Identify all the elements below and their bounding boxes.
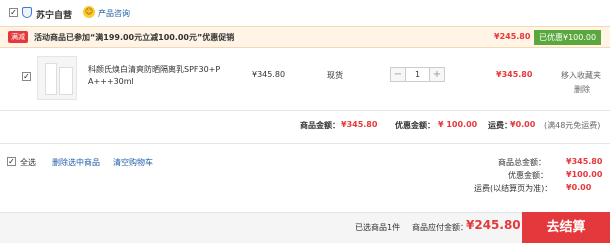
delete-item-link[interactable]: 删除 xyxy=(574,84,590,95)
shipping-note: (满48元免运费) xyxy=(544,121,601,130)
item-title-line2[interactable]: A+++30ml xyxy=(88,77,134,86)
promo-total: ¥245.80 xyxy=(494,32,531,41)
shop-checkbox[interactable]: ✓ xyxy=(9,8,18,17)
select-all-checkbox[interactable]: ✓ xyxy=(7,157,16,166)
quantity-stepper: − 1 + xyxy=(390,67,445,82)
shop-discount-value: ¥ 100.00 xyxy=(438,120,478,129)
discount-badge: 已优惠¥100.00 xyxy=(534,30,602,45)
item-subtotal: ¥345.80 xyxy=(496,70,533,79)
total-shipping-value: ¥0.00 xyxy=(566,183,592,192)
product-consult-link[interactable]: 产品咨询 xyxy=(98,8,130,19)
shop-name[interactable]: 苏宁自营 xyxy=(36,8,72,21)
quantity-plus-button[interactable]: + xyxy=(430,68,444,81)
product-box-image xyxy=(59,67,73,95)
select-all-label[interactable]: 全选 xyxy=(20,157,36,168)
shop-shipping-value: ¥0.00 xyxy=(510,120,536,129)
total-goods-value: ¥345.80 xyxy=(566,157,603,166)
payable-label: 商品应付金额： xyxy=(412,223,468,232)
total-shipping-label: 运费(以结算页为准)： xyxy=(474,184,553,193)
shop-shipping-label: 运费： xyxy=(488,121,512,130)
move-to-favorites-link[interactable]: 移入收藏夹 xyxy=(561,70,601,81)
total-discount-label: 优惠金额： xyxy=(508,171,548,180)
quantity-minus-button[interactable]: − xyxy=(391,68,405,81)
shield-icon xyxy=(22,7,32,18)
section-divider xyxy=(0,143,610,144)
item-stock-status: 现货 xyxy=(327,71,343,80)
checkout-button[interactable]: 去结算 xyxy=(522,212,610,243)
total-goods-label: 商品总金额： xyxy=(498,158,546,167)
shop-header: ✓ 苏宁自营 ☺ 产品咨询 xyxy=(0,0,610,26)
promo-tag: 满减 xyxy=(8,31,28,43)
clear-cart-link[interactable]: 清空购物车 xyxy=(113,157,153,168)
shop-discount-label: 优惠金额： xyxy=(395,121,435,130)
shop-goods-label: 商品金额： xyxy=(300,121,340,130)
selected-count: 已选商品1件 xyxy=(355,223,401,232)
item-unit-price: ¥345.80 xyxy=(252,70,286,79)
quantity-input[interactable]: 1 xyxy=(405,68,430,81)
shop-goods-value: ¥345.80 xyxy=(341,120,378,129)
promo-text: 活动商品已参加“满199.00元立减100.00元”优惠促销 xyxy=(34,33,235,42)
payable-value: ¥245.80 xyxy=(466,218,521,232)
smile-icon: ☺ xyxy=(83,6,95,18)
delete-selected-link[interactable]: 删除选中商品 xyxy=(52,157,100,168)
item-title-line1[interactable]: 科颜氏焕白清爽防晒隔离乳SPF30+P xyxy=(88,64,220,75)
row-divider xyxy=(0,110,610,111)
item-checkbox[interactable]: ✓ xyxy=(22,72,31,81)
promo-bar: 满减 活动商品已参加“满199.00元立减100.00元”优惠促销 ¥245.8… xyxy=(0,26,610,48)
product-thumbnail[interactable] xyxy=(37,56,77,100)
product-bottle-image xyxy=(45,63,57,95)
total-discount-value: ¥100.00 xyxy=(566,170,603,179)
